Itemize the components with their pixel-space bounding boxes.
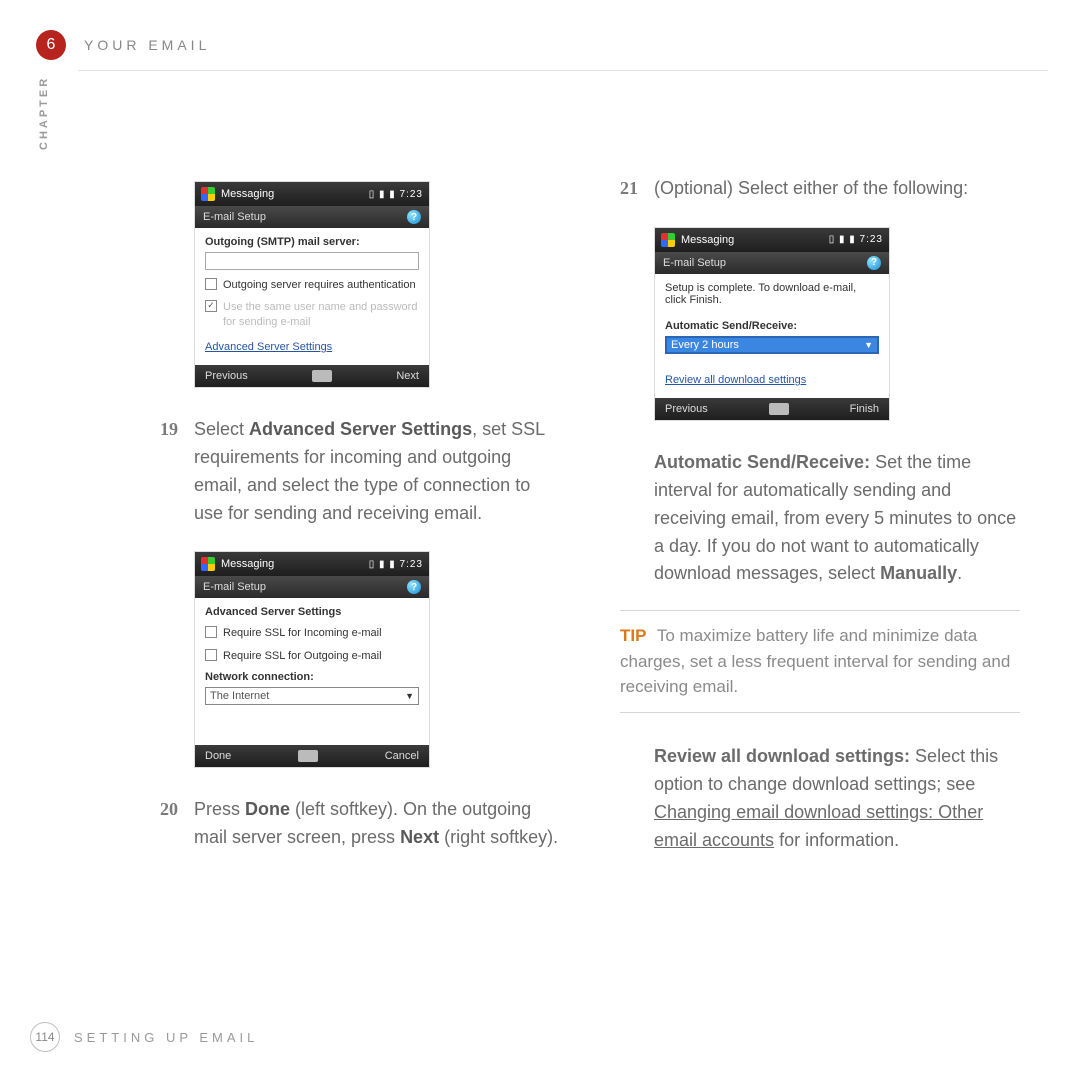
ss1-prev-softkey[interactable]: Previous: [205, 370, 248, 382]
screenshot-advanced: Messaging ▯ ▮ ▮ 7:23 E-mail Setup ? Adva…: [194, 551, 430, 768]
ss3-review-link[interactable]: Review all download settings: [665, 374, 879, 386]
ss2-subtitle: E-mail Setup: [203, 581, 266, 593]
step-21-text: (Optional) Select either of the followin…: [654, 175, 1020, 203]
ss1-auth-checkbox[interactable]: [205, 278, 217, 290]
windows-flag-icon: [201, 187, 215, 201]
ss2-ssl-out-checkbox[interactable]: [205, 649, 217, 661]
ss3-subtitle: E-mail Setup: [663, 257, 726, 269]
ss1-subtitle: E-mail Setup: [203, 211, 266, 223]
step-19-number: 19: [160, 416, 194, 528]
chapter-title: YOUR EMAIL: [84, 37, 210, 53]
help-icon[interactable]: ?: [407, 580, 421, 594]
ss2-heading: Advanced Server Settings: [205, 606, 419, 618]
ss1-next-softkey[interactable]: Next: [396, 370, 419, 382]
ss2-network-dropdown[interactable]: The Internet▼: [205, 687, 419, 705]
ss1-smtp-label: Outgoing (SMTP) mail server:: [205, 236, 419, 248]
status-icons: ▯ ▮ ▮ 7:23: [369, 559, 423, 570]
tip-text: To maximize battery life and minimize da…: [620, 626, 1010, 696]
chapter-side-label: CHAPTER: [38, 76, 50, 150]
windows-flag-icon: [201, 557, 215, 571]
help-icon[interactable]: ?: [407, 210, 421, 224]
screenshot-complete: Messaging ▯ ▮ ▮ 7:23 E-mail Setup ? Setu…: [654, 227, 890, 421]
ss1-auth-label: Outgoing server requires authentication: [223, 278, 416, 292]
status-icons: ▯ ▮ ▮ 7:23: [829, 234, 883, 245]
chevron-down-icon: ▼: [864, 340, 873, 350]
ss2-ssl-in-label: Require SSL for Incoming e-mail: [223, 626, 382, 640]
step-20-number: 20: [160, 796, 194, 852]
ss3-finish-softkey[interactable]: Finish: [850, 403, 879, 415]
ss2-ssl-out-label: Require SSL for Outgoing e-mail: [223, 649, 382, 663]
ss2-cancel-softkey[interactable]: Cancel: [385, 750, 419, 762]
para-auto-send-receive: Automatic Send/Receive: Set the time int…: [654, 449, 1020, 588]
tip-label: TIP: [620, 626, 646, 645]
ss3-auto-label: Automatic Send/Receive:: [665, 320, 879, 332]
chevron-down-icon: ▼: [405, 691, 414, 701]
windows-flag-icon: [661, 233, 675, 247]
header-divider: [78, 70, 1048, 71]
ss1-sameuser-checkbox[interactable]: [205, 300, 217, 312]
ss2-app-title: Messaging: [221, 558, 274, 570]
page-number: 114: [30, 1022, 60, 1052]
step-20-text: Press Done (left softkey). On the outgoi…: [194, 796, 560, 852]
ss3-app-title: Messaging: [681, 234, 734, 246]
ss2-net-label: Network connection:: [205, 671, 419, 683]
ss1-app-title: Messaging: [221, 188, 274, 200]
ss3-prev-softkey[interactable]: Previous: [665, 403, 708, 415]
ss1-smtp-input[interactable]: [205, 252, 419, 270]
step-21-number: 21: [620, 175, 654, 203]
ss3-interval-dropdown[interactable]: Every 2 hours▼: [665, 336, 879, 354]
screenshot-smtp: Messaging ▯ ▮ ▮ 7:23 E-mail Setup ? Outg…: [194, 181, 430, 388]
ss1-advanced-link[interactable]: Advanced Server Settings: [205, 341, 419, 353]
keyboard-icon[interactable]: [769, 403, 789, 415]
status-icons: ▯ ▮ ▮ 7:23: [369, 189, 423, 200]
footer-section: SETTING UP EMAIL: [74, 1030, 258, 1045]
para-review-settings: Review all download settings: Select thi…: [654, 743, 1020, 855]
ss2-done-softkey[interactable]: Done: [205, 750, 231, 762]
ss1-sameuser-label: Use the same user name and password for …: [223, 300, 419, 329]
step-19-text: Select Advanced Server Settings, set SSL…: [194, 416, 560, 528]
tip-box: TIP To maximize battery life and minimiz…: [620, 610, 1020, 713]
help-icon[interactable]: ?: [867, 256, 881, 270]
ss3-complete-text: Setup is complete. To download e-mail, c…: [665, 282, 879, 306]
chapter-number-badge: 6: [36, 30, 66, 60]
keyboard-icon[interactable]: [298, 750, 318, 762]
ss2-ssl-in-checkbox[interactable]: [205, 626, 217, 638]
keyboard-icon[interactable]: [312, 370, 332, 382]
